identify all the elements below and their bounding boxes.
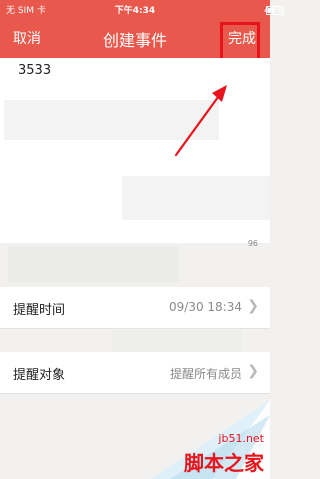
watermark-site: jb51.net <box>218 432 264 445</box>
watermark-logo: 脚本之家 <box>184 451 264 475</box>
watermark-corner <box>150 400 270 479</box>
